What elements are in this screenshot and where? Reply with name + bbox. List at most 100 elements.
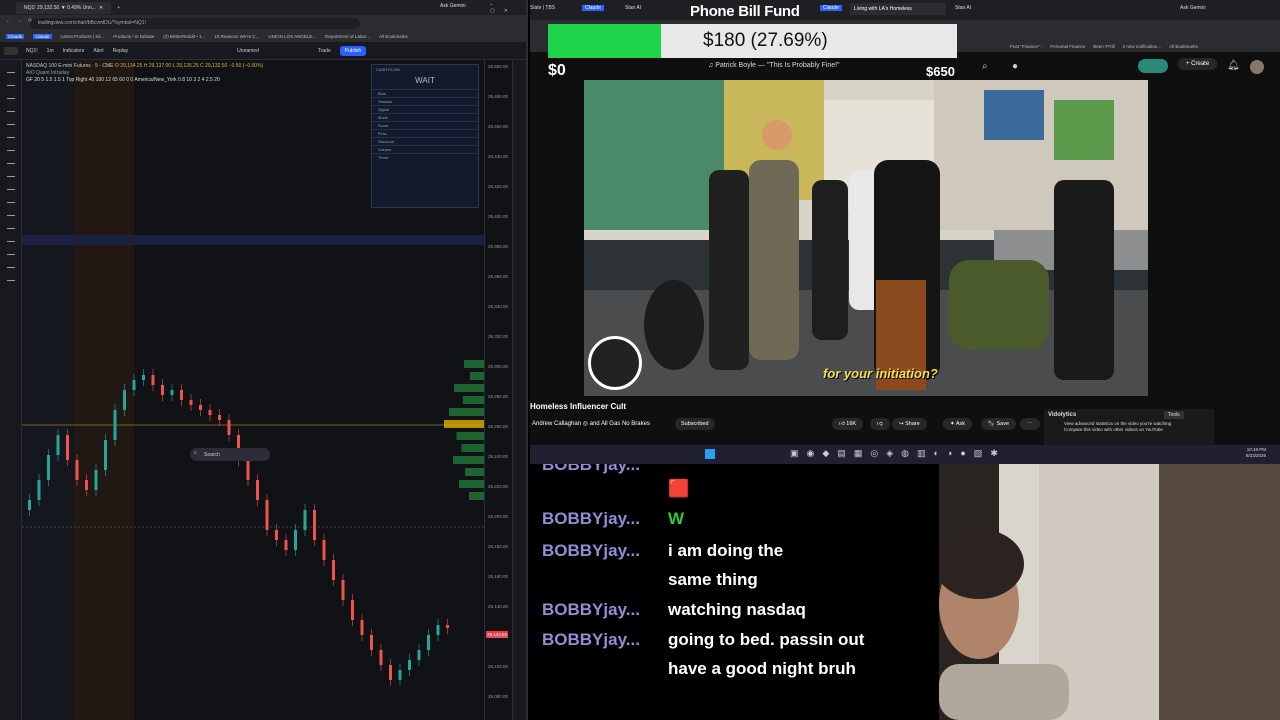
now-playing-text: Patrick Boyle — "This Is Probably Fine!" xyxy=(715,62,840,69)
tab-item[interactable]: Stan AI xyxy=(625,5,641,11)
app-icon[interactable]: ▥ xyxy=(917,448,926,459)
volume-profile-bar xyxy=(444,420,484,428)
chat-text: i am doing the same thing xyxy=(668,541,784,589)
bookmark-item[interactable]: Claude xyxy=(6,34,25,39)
share-button[interactable]: ↪ Share xyxy=(892,418,927,430)
price-tick: 29,420.00 xyxy=(488,184,509,189)
url-field[interactable]: tradingview.com/chart/bBcvmlDU/?symbol=N… xyxy=(30,17,360,29)
app-icon[interactable]: ◉ xyxy=(807,448,815,459)
app-icon[interactable]: ▣ xyxy=(790,448,799,459)
layout-name[interactable]: Unnamed xyxy=(237,48,259,54)
app-icon[interactable]: ◑ xyxy=(947,448,952,459)
bookmark-item[interactable]: (2) BetterReddit • 1... xyxy=(163,34,205,39)
drawing-toolbar[interactable] xyxy=(0,60,22,720)
tradingview-window: NQ1! 29,132.50 ▼ 0.49% Unn... ✕ + Ask Gem… xyxy=(0,0,528,720)
vidolytics-panel: Vidolytics Tools View advanced statistic… xyxy=(1044,409,1214,445)
chat-message: BOBBYjay... W xyxy=(542,504,684,533)
price-axis[interactable]: 29,132.50 29,500.00 29,480.00 29,460.00 29,… xyxy=(484,60,512,720)
interval-select[interactable]: 1m xyxy=(47,48,54,54)
right-sidebar[interactable] xyxy=(512,60,526,720)
bookmark-item[interactable]: 2 new notification... xyxy=(1123,44,1162,49)
tab-item[interactable]: Slate | TBS xyxy=(530,5,555,11)
taskbar-clock[interactable]: 10:18 PM 8/23/2026 xyxy=(1246,447,1266,459)
app-icon[interactable]: ◎ xyxy=(870,448,878,459)
candle-body xyxy=(104,440,107,470)
app-icon[interactable]: ● xyxy=(960,448,965,459)
replay-button[interactable]: Replay xyxy=(113,48,129,54)
chat-username: BOBBYjay... xyxy=(542,509,640,528)
left-address-bar: ←→⟳ tradingview.com/chart/bBcvmlDU/?symb… xyxy=(0,15,526,31)
app-icon[interactable]: ✱ xyxy=(990,448,998,459)
bookmark-item[interactable]: All Bookmarks xyxy=(379,34,408,39)
bookmark-item[interactable]: All Bookmarks xyxy=(1169,44,1198,49)
tv-menu-icon[interactable] xyxy=(4,47,18,55)
extension-toggle-icon[interactable] xyxy=(1138,59,1168,73)
volume-profile-bar xyxy=(454,384,484,392)
thumbs-down-icon: 👎︎ xyxy=(877,421,883,427)
price-tick: 29,120.00 xyxy=(488,634,509,639)
more-button[interactable]: ⋯ xyxy=(1020,418,1040,430)
cashflow-row: Volume xyxy=(372,145,478,153)
close-icon[interactable]: ✕ xyxy=(99,5,103,11)
bookmark-item[interactable]: Department of Labor... xyxy=(325,34,370,39)
tab-item[interactable]: Claude xyxy=(582,5,604,11)
app-icon[interactable]: ◈ xyxy=(886,448,893,459)
alert-button[interactable]: Alert xyxy=(93,48,103,54)
video-player[interactable]: for your initiation? xyxy=(584,80,1148,396)
tab-tradingview[interactable]: NQ1! 29,132.50 ▼ 0.49% Unn... ✕ xyxy=(16,1,112,14)
avatar[interactable] xyxy=(1250,60,1264,74)
ask-button[interactable]: ✦ Ask xyxy=(943,418,973,430)
video-caption: for your initiation? xyxy=(823,366,938,381)
price-tick: 29,220.00 xyxy=(488,484,509,489)
bookmark-item[interactable]: 19 Reasons We're C... xyxy=(214,34,259,39)
tab-item[interactable]: Stan AI xyxy=(955,5,971,11)
app-icon[interactable]: ◍ xyxy=(901,448,909,459)
new-tab-icon[interactable]: + xyxy=(117,5,120,11)
mic-icon[interactable]: ● xyxy=(1012,61,1018,72)
taskbar-apps[interactable]: ▣ ◉ ◆ ▤ ▦ ◎ ◈ ◍ ▥ ◐ ◑ ● ▧ ✱ xyxy=(790,448,998,459)
bookmark-item[interactable]: Products / In Debate xyxy=(113,34,154,39)
taskbar-search[interactable]: ⌕ Search xyxy=(190,448,270,461)
bookmark-item[interactable]: Post "Finance" - xyxy=(1010,44,1042,49)
candle-body xyxy=(123,390,126,410)
search-icon[interactable]: ⌕ xyxy=(982,61,988,72)
candle-body xyxy=(66,435,69,460)
app-icon[interactable]: ▤ xyxy=(837,448,846,459)
indicators-button[interactable]: Indicators xyxy=(63,48,85,54)
vidolytics-tools-button[interactable]: Tools xyxy=(1164,411,1184,419)
app-icon[interactable]: ◆ xyxy=(822,448,829,459)
publish-button[interactable]: Publish xyxy=(339,45,367,56)
bookmark-item[interactable]: Been #Trill xyxy=(1093,44,1114,49)
app-icon[interactable]: ▦ xyxy=(854,448,863,459)
candle-body xyxy=(132,380,136,390)
bookmark-item[interactable]: Personal Finance xyxy=(1050,44,1085,49)
save-button[interactable]: 🔖︎ Save xyxy=(981,418,1017,430)
dislike-button[interactable]: 👎︎ xyxy=(870,418,890,430)
ask-gemini-button[interactable]: Ask Gemini xyxy=(1180,5,1206,11)
app-icon[interactable]: ▧ xyxy=(974,448,983,459)
bell-icon[interactable]: 🔔︎ xyxy=(1227,60,1240,71)
clock-date: 8/23/2026 xyxy=(1246,453,1267,458)
app-icon[interactable]: ◐ xyxy=(933,448,938,459)
price-tick: 29,140.00 xyxy=(488,604,509,609)
start-icon[interactable] xyxy=(705,449,715,459)
channel-name[interactable]: Andrew Callaghan ◎ and All Gas No Brakes xyxy=(532,420,650,427)
bookmark-item[interactable]: UNION LOS ANGELE... xyxy=(268,34,316,39)
nav-arrows-icon[interactable]: ←→⟳ xyxy=(6,18,38,24)
bookmark-item[interactable]: Claude xyxy=(33,34,52,39)
candle-body xyxy=(208,410,212,415)
tab-active[interactable]: Living with LA's Homeless xyxy=(850,3,946,15)
channel-watermark-icon xyxy=(588,336,642,390)
candle-body xyxy=(199,405,202,410)
like-button[interactable]: 👍︎ 16K xyxy=(832,418,864,430)
tab-item[interactable]: Claude xyxy=(820,5,842,11)
window-controls[interactable]: –▢✕ xyxy=(490,2,526,14)
fund-amount: $180 (27.69%) xyxy=(703,30,828,51)
candle-body xyxy=(113,410,117,440)
ask-gemini-button[interactable]: Ask Gemini xyxy=(440,3,466,9)
trade-button[interactable]: Trade xyxy=(318,48,331,54)
symbol-search[interactable]: NQ1! xyxy=(26,48,38,54)
create-button[interactable]: + Create xyxy=(1178,58,1218,70)
bookmark-item[interactable]: Latest Products | Kli... xyxy=(61,34,105,39)
subscribed-button[interactable]: Subscribed xyxy=(675,418,715,430)
